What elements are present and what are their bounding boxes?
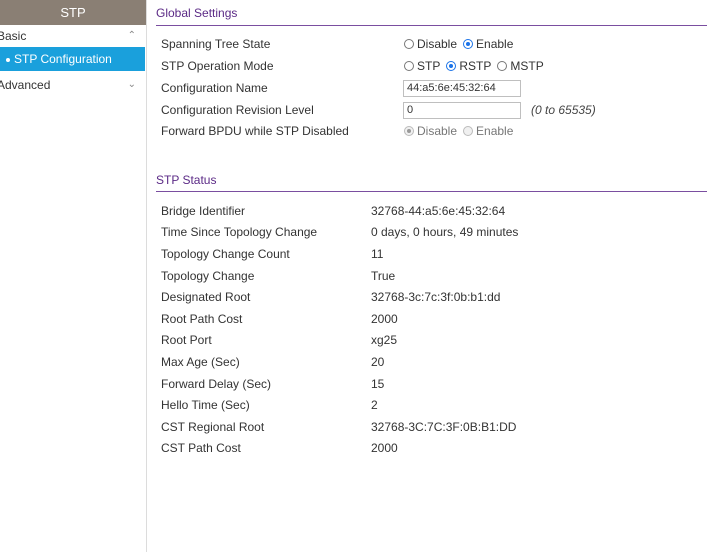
status-value: True: [371, 269, 396, 283]
status-row: Forward Delay (Sec) 15: [161, 374, 707, 394]
field-label: Forward BPDU while STP Disabled: [161, 124, 349, 138]
bullet-icon: [6, 57, 10, 62]
nav-group-advanced[interactable]: Advanced ⌄: [0, 74, 146, 96]
status-label: Time Since Topology Change: [161, 225, 318, 239]
status-value: 32768-3c:7c:3f:0b:b1:dd: [371, 290, 501, 304]
status-value: xg25: [371, 333, 398, 347]
nav-group-basic[interactable]: Basic ⌃: [0, 25, 146, 47]
status-value: 32768-3C:7C:3F:0B:B1:DD: [371, 420, 517, 434]
status-row: CST Regional Root 32768-3C:7C:3F:0B:B1:DD: [161, 417, 707, 437]
row-spanning-tree-state: Spanning Tree State Disable Enable: [161, 34, 707, 54]
radio-circle[interactable]: [404, 61, 414, 71]
radio-stp-state-enable[interactable]: Enable: [463, 34, 513, 54]
status-label: Forward Delay (Sec): [161, 377, 272, 391]
sidebar: STP Basic ⌃ STP Configuration Advanced ⌄: [0, 0, 147, 552]
radio-bpdu-disable: Disable: [404, 121, 457, 141]
status-row: CST Path Cost 2000: [161, 438, 707, 458]
section-divider: [156, 191, 707, 192]
row-configuration-name: Configuration Name: [161, 78, 707, 98]
status-value: 2000: [371, 441, 398, 455]
chevron-down-icon: ⌄: [127, 79, 136, 90]
radio-label: Disable: [417, 124, 458, 138]
radio-circle[interactable]: [446, 61, 457, 71]
radio-label: Enable: [476, 37, 514, 51]
status-row: Root Port xg25: [161, 330, 707, 350]
status-label: CST Path Cost: [161, 441, 241, 455]
status-label: Root Port: [161, 333, 212, 347]
sidebar-title: STP: [0, 0, 146, 25]
status-value: 2: [371, 398, 378, 412]
status-label: Max Age (Sec): [161, 355, 240, 369]
status-row: Max Age (Sec) 20: [161, 352, 707, 372]
status-value: 20: [371, 355, 385, 369]
revision-level-input[interactable]: [403, 101, 521, 119]
status-row: Bridge Identifier 32768-44:a5:6e:45:32:64: [161, 201, 707, 221]
status-value: 0 days, 0 hours, 49 minutes: [371, 225, 519, 239]
field-label: Configuration Name: [161, 81, 268, 95]
field-label: Configuration Revision Level: [161, 103, 314, 117]
radio-label: RSTP: [459, 59, 492, 73]
radio-mode-mstp[interactable]: MSTP: [497, 56, 544, 76]
sidebar-item-stp-configuration[interactable]: STP Configuration: [0, 47, 145, 71]
range-hint: (0 to 65535): [531, 103, 596, 117]
radio-label: MSTP: [510, 59, 544, 73]
main-panel: Global Settings Spanning Tree State Disa…: [148, 0, 707, 552]
section-title-global-settings: Global Settings: [156, 6, 238, 20]
status-row: Time Since Topology Change 0 days, 0 hour…: [161, 222, 707, 242]
status-label: CST Regional Root: [161, 420, 265, 434]
status-label: Topology Change: [161, 269, 255, 283]
status-label: Root Path Cost: [161, 312, 243, 326]
radio-mode-rstp[interactable]: RSTP: [446, 56, 491, 76]
sidebar-item-label: STP Configuration: [14, 52, 112, 66]
radio-label: Enable: [476, 124, 514, 138]
status-row: Root Path Cost 2000: [161, 309, 707, 329]
chevron-up-icon: ⌃: [127, 30, 136, 41]
status-value: 2000: [371, 312, 398, 326]
status-row: Designated Root 32768-3c:7c:3f:0b:b1:dd: [161, 287, 707, 307]
nav-group-label: Basic: [0, 29, 27, 43]
radio-stp-state-disable[interactable]: Disable: [404, 34, 457, 54]
field-label: Spanning Tree State: [161, 37, 271, 51]
status-value: 11: [371, 247, 384, 261]
row-stp-operation-mode: STP Operation Mode STP RSTP MSTP: [161, 56, 707, 76]
radio-label: Disable: [417, 37, 458, 51]
row-forward-bpdu: Forward BPDU while STP Disabled Disable …: [161, 121, 707, 141]
status-label: Hello Time (Sec): [161, 398, 250, 412]
configuration-name-input[interactable]: [403, 79, 521, 97]
radio-bpdu-enable: Enable: [463, 121, 513, 141]
radio-circle[interactable]: [497, 61, 508, 71]
status-row: Hello Time (Sec) 2: [161, 395, 707, 415]
status-label: Topology Change Count: [161, 247, 290, 261]
radio-circle[interactable]: [463, 39, 474, 49]
status-row: Topology Change Count 11: [161, 244, 707, 264]
status-row: Topology Change True: [161, 266, 707, 286]
status-label: Designated Root: [161, 290, 251, 304]
radio-mode-stp[interactable]: STP: [404, 56, 440, 76]
field-label: STP Operation Mode: [161, 59, 274, 73]
row-revision-level: Configuration Revision Level (0 to 65535…: [161, 100, 707, 120]
radio-circle: [463, 126, 474, 136]
radio-circle: [404, 126, 414, 136]
section-title-stp-status: STP Status: [156, 173, 217, 187]
status-label: Bridge Identifier: [161, 204, 246, 218]
status-value: 15: [371, 377, 385, 391]
radio-circle[interactable]: [404, 39, 414, 49]
nav-group-label: Advanced: [0, 78, 51, 92]
radio-label: STP: [417, 59, 441, 73]
status-value: 32768-44:a5:6e:45:32:64: [371, 204, 506, 218]
section-divider: [156, 25, 707, 26]
